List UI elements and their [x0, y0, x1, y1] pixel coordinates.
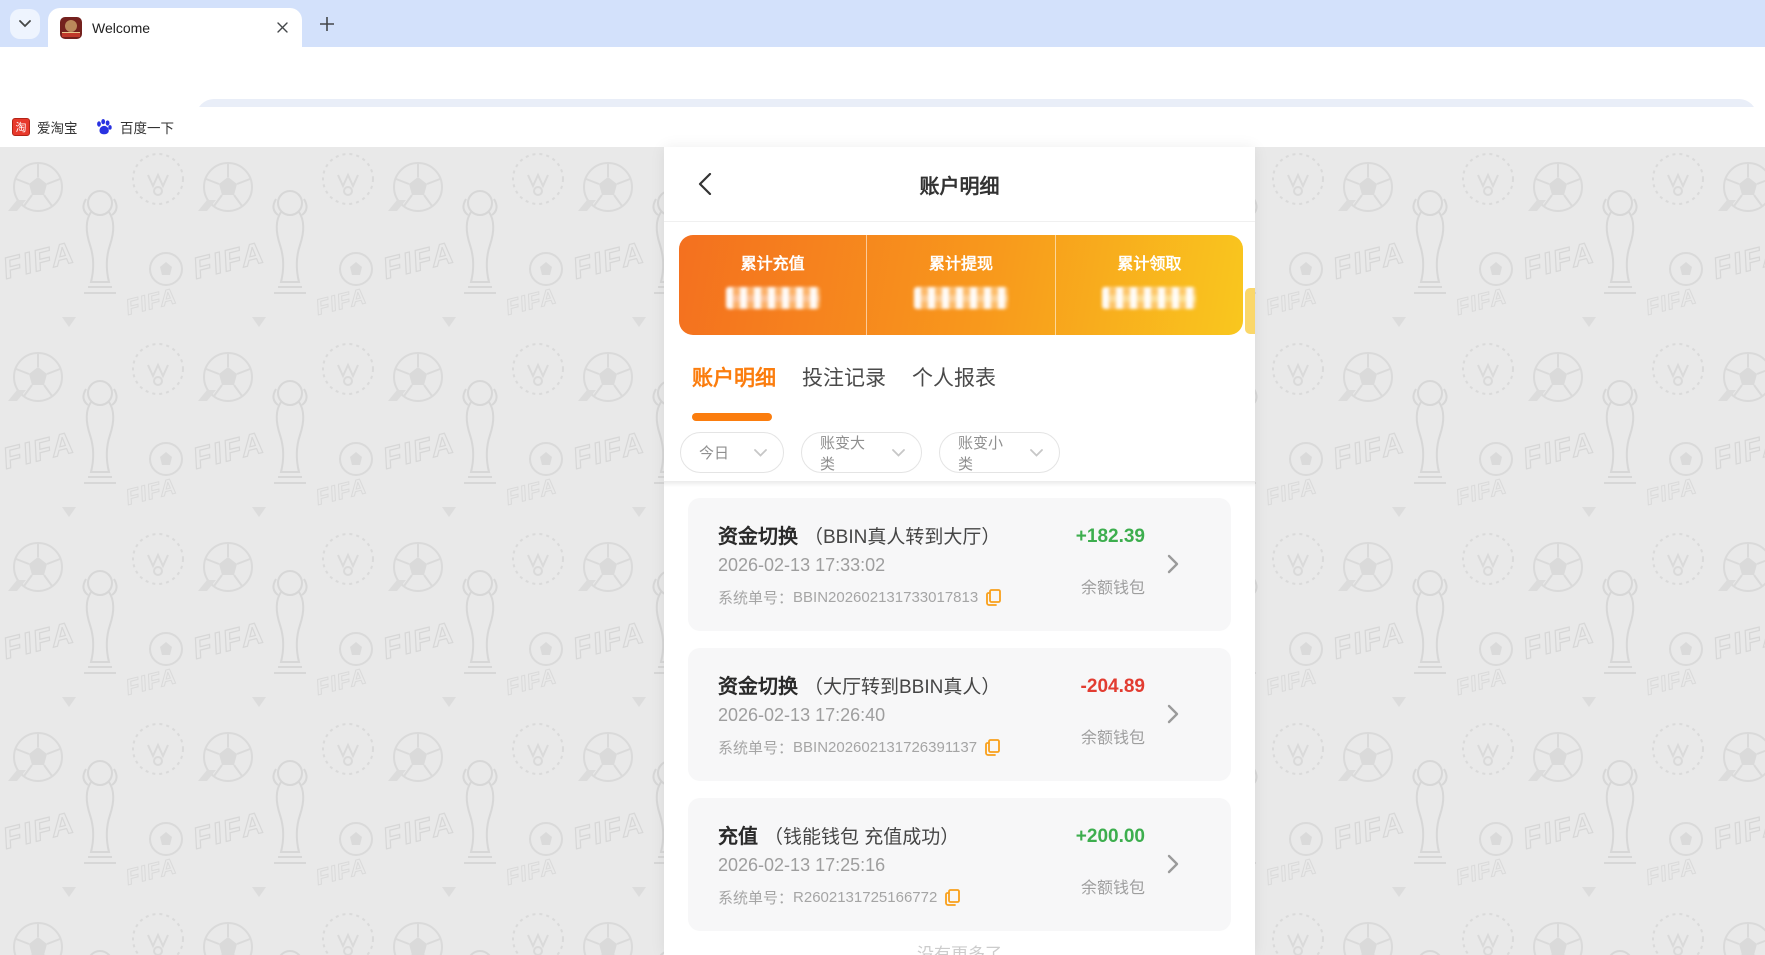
chevron-down-icon: [1030, 449, 1043, 457]
tab-personal-report[interactable]: 个人报表: [912, 362, 996, 392]
stat-value-masked: [726, 287, 820, 309]
site-favicon: [60, 17, 82, 39]
stat-value-masked: [914, 287, 1008, 309]
transaction-title: 资金切换 （大厅转到BBIN真人）: [718, 670, 1000, 699]
transaction-title: 充值 （钱能钱包 充值成功）: [718, 820, 959, 849]
active-tab-underline: [692, 413, 772, 421]
transaction-type: 资金切换: [718, 526, 798, 548]
transaction-row[interactable]: 资金切换 （大厅转到BBIN真人） 2026-02-13 17:26:40 系统单…: [688, 648, 1231, 781]
section-divider: [664, 481, 1255, 487]
filter-label: 账变大类: [820, 432, 876, 474]
transaction-amount: +200.00: [1076, 826, 1145, 848]
bookmarks-bar: 淘 爱淘宝 百度一下: [0, 107, 1765, 147]
order-number: BBIN202602131726391137: [793, 739, 977, 756]
bookmark-taobao[interactable]: 淘 爱淘宝: [12, 114, 78, 140]
chevron-down-icon: [892, 449, 905, 457]
order-number: BBIN202602131733017813: [793, 589, 978, 606]
stat-label: 累计提现: [867, 250, 1054, 274]
filter-minor-category-dropdown[interactable]: 账变小类: [939, 432, 1060, 473]
transaction-type: 资金切换: [718, 676, 798, 698]
chevron-down-icon: [754, 449, 767, 457]
taobao-icon: 淘: [12, 118, 30, 136]
transaction-datetime: 2026-02-13 17:26:40: [718, 705, 885, 726]
copy-button[interactable]: [945, 889, 960, 906]
browser-toolbar: 175616.cc/reports/index?tab=0: [0, 47, 1765, 107]
transaction-amount: +182.39: [1076, 526, 1145, 548]
chevron-right-icon: [1167, 704, 1179, 729]
order-label: 系统单号：: [718, 887, 793, 908]
section-tabs: 账户明细 投注记录 个人报表: [692, 354, 1022, 400]
bookmark-baidu[interactable]: 百度一下: [95, 114, 174, 140]
copy-icon: [986, 589, 1001, 606]
transaction-row[interactable]: 充值 （钱能钱包 充值成功） 2026-02-13 17:25:16 系统单号： …: [688, 798, 1231, 931]
stat-total-claimed: 累计领取: [1055, 235, 1243, 335]
tab-close-button[interactable]: [272, 17, 292, 37]
copy-button[interactable]: [986, 589, 1001, 606]
chevron-right-icon: [1167, 854, 1179, 879]
order-label: 系统单号：: [718, 587, 793, 608]
stat-total-withdraw: 累计提现: [866, 235, 1054, 335]
new-tab-button[interactable]: [314, 11, 340, 37]
transaction-detail: （BBIN真人转到大厅）: [804, 527, 1000, 548]
order-label: 系统单号：: [718, 737, 793, 758]
order-number: R2602131725166772: [793, 889, 937, 906]
tab-account-detail[interactable]: 账户明细: [692, 362, 776, 392]
tab-search-button[interactable]: [10, 9, 40, 39]
filter-major-category-dropdown[interactable]: 账变大类: [801, 432, 922, 473]
transaction-detail: （钱能钱包 充值成功）: [764, 827, 959, 848]
transaction-row[interactable]: 资金切换 （BBIN真人转到大厅） 2026-02-13 17:33:02 系统单…: [688, 498, 1231, 631]
filter-date-dropdown[interactable]: 今日: [680, 432, 784, 473]
bookmark-label: 百度一下: [120, 117, 174, 137]
copy-icon: [945, 889, 960, 906]
chevron-down-icon: [19, 20, 31, 28]
transaction-type: 充值: [718, 826, 758, 848]
plus-icon: [320, 17, 334, 31]
filter-row: 今日 账变大类 账变小类: [680, 432, 1077, 473]
transaction-order: 系统单号： BBIN202602131726391137: [718, 737, 1000, 758]
browser-tab-welcome[interactable]: Welcome: [48, 8, 302, 47]
transaction-wallet: 余额钱包: [1081, 874, 1145, 898]
stat-label: 累计充值: [679, 250, 866, 274]
chevron-right-icon: [1167, 554, 1179, 579]
transaction-order: 系统单号： R2602131725166772: [718, 887, 960, 908]
close-icon: [277, 22, 288, 33]
browser-tab-strip: Welcome: [0, 0, 1765, 47]
transaction-datetime: 2026-02-13 17:25:16: [718, 855, 885, 876]
page-title: 账户明细: [664, 170, 1255, 199]
carousel-next-slide-peek[interactable]: [1245, 288, 1255, 334]
transaction-wallet: 余额钱包: [1081, 724, 1145, 748]
bookmark-label: 爱淘宝: [37, 117, 78, 137]
transaction-detail: （大厅转到BBIN真人）: [804, 677, 1000, 698]
baidu-paw-icon: [95, 118, 113, 136]
panel-header: 账户明细: [664, 147, 1255, 222]
tab-title: Welcome: [92, 20, 150, 36]
filter-label: 今日: [699, 442, 729, 463]
stat-value-masked: [1102, 287, 1196, 309]
transaction-title: 资金切换 （BBIN真人转到大厅）: [718, 520, 1000, 549]
transaction-wallet: 余额钱包: [1081, 574, 1145, 598]
transaction-order: 系统单号： BBIN202602131733017813: [718, 587, 1001, 608]
stat-total-deposit: 累计充值: [679, 235, 866, 335]
copy-icon: [985, 739, 1000, 756]
stat-label: 累计领取: [1056, 250, 1243, 274]
transaction-datetime: 2026-02-13 17:33:02: [718, 555, 885, 576]
transaction-amount: -204.89: [1081, 676, 1145, 698]
filter-label: 账变小类: [958, 432, 1014, 474]
totals-stat-card[interactable]: 累计充值 累计提现 累计领取: [679, 235, 1243, 335]
account-detail-panel: 账户明细 累计充值 累计提现 累计领取 账户明细 投注记录 个人报表 今日 账变…: [664, 147, 1255, 955]
list-end-text: 没有更多了: [664, 940, 1255, 955]
tab-bet-records[interactable]: 投注记录: [802, 362, 886, 392]
copy-button[interactable]: [985, 739, 1000, 756]
